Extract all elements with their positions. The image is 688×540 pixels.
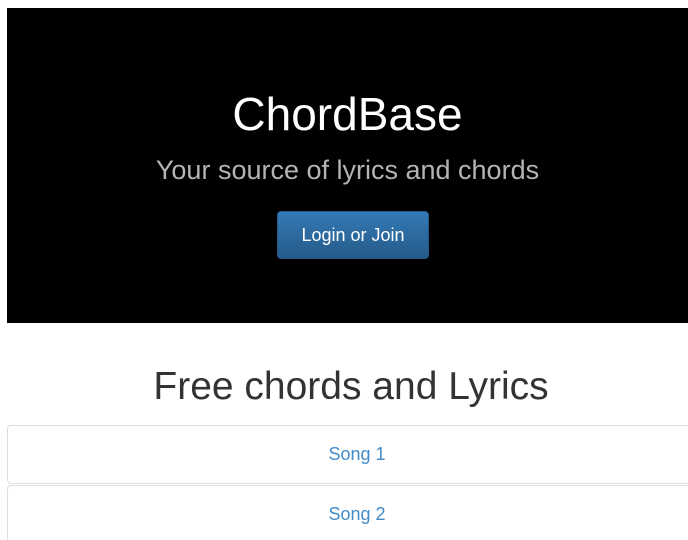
song-list: Song 1 Song 2 xyxy=(7,425,688,540)
site-title: ChordBase xyxy=(232,88,463,140)
song-link[interactable]: Song 2 xyxy=(328,504,385,524)
login-or-join-button[interactable]: Login or Join xyxy=(277,211,429,259)
song-list-item[interactable]: Song 2 xyxy=(7,485,688,540)
site-tagline: Your source of lyrics and chords xyxy=(155,155,540,185)
song-list-item[interactable]: Song 1 xyxy=(7,425,688,484)
section-title: Free chords and Lyrics xyxy=(153,365,549,408)
hero-banner: ChordBase Your source of lyrics and chor… xyxy=(7,8,688,323)
page: ChordBase Your source of lyrics and chor… xyxy=(0,0,688,540)
song-link[interactable]: Song 1 xyxy=(328,444,385,464)
